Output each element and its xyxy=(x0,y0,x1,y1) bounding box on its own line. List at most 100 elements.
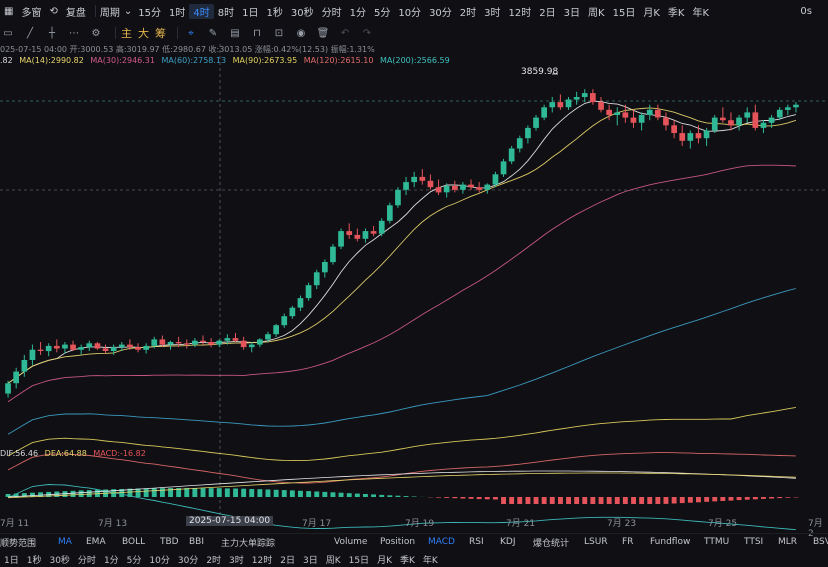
macd-bar xyxy=(582,497,588,504)
macd-bar xyxy=(647,497,653,504)
macd-bar xyxy=(622,497,628,504)
candle-body xyxy=(419,176,426,181)
bottom-period[interactable]: 3日 xyxy=(299,553,322,566)
bottom-period[interactable]: 月K xyxy=(373,553,396,566)
candle-body xyxy=(37,349,44,351)
indicator-range[interactable]: 顺势范围 xyxy=(0,536,36,549)
macd-dif-line xyxy=(8,470,796,498)
indicator-liquidation[interactable]: 爆仓统计 xyxy=(533,536,569,549)
macd-bar xyxy=(696,497,701,503)
macd-bar xyxy=(322,491,328,497)
bottom-period[interactable]: 10分 xyxy=(145,553,173,566)
macd-bar xyxy=(639,497,645,504)
bottom-period[interactable]: 2日 xyxy=(276,553,299,566)
indicator-position[interactable]: Position xyxy=(380,537,415,547)
candle-body xyxy=(484,184,491,190)
indicator-bsv[interactable]: BSV xyxy=(813,537,828,547)
indicator-lsur[interactable]: LSUR xyxy=(584,537,608,547)
candle-body xyxy=(338,231,344,247)
macd-bar xyxy=(273,489,279,497)
indicator-rsi[interactable]: RSI xyxy=(469,537,484,547)
candle-body xyxy=(167,342,174,345)
bottom-period[interactable]: 1日 xyxy=(0,553,23,566)
macd-bar xyxy=(363,494,368,497)
ma-line xyxy=(7,107,797,384)
macd-bar xyxy=(785,497,791,498)
bottom-period[interactable]: 3时 xyxy=(225,553,248,566)
macd-bar xyxy=(387,495,393,497)
macd-bar xyxy=(411,496,417,497)
bottom-period[interactable]: 5分 xyxy=(123,553,146,566)
candle-body xyxy=(143,345,149,350)
ma-line xyxy=(7,288,797,435)
candle-body xyxy=(671,125,677,133)
bottom-period[interactable]: 年K xyxy=(419,553,442,566)
candle-body xyxy=(313,272,320,286)
indicator-fr[interactable]: FR xyxy=(622,537,633,547)
indicator-fundflow[interactable]: Fundflow xyxy=(650,537,690,547)
macd-bar xyxy=(143,488,149,497)
indicator-boll[interactable]: BOLL xyxy=(122,537,145,547)
indicator-tbd[interactable]: TBD xyxy=(160,537,179,547)
bottom-period[interactable]: 分时 xyxy=(74,553,100,566)
macd-bar xyxy=(444,497,450,498)
candle-body xyxy=(151,339,158,346)
candle-body xyxy=(208,342,214,345)
bottom-period[interactable]: 1秒 xyxy=(23,553,46,566)
candle-body xyxy=(476,187,482,190)
x-label: 7月 21 xyxy=(506,519,536,529)
candle-body xyxy=(183,343,190,345)
macd-bar xyxy=(452,497,458,499)
bottom-period[interactable]: 30分 xyxy=(174,553,202,566)
bottom-period[interactable]: 12时 xyxy=(248,553,276,566)
indicator-ema[interactable]: EMA xyxy=(86,537,106,547)
candle-body xyxy=(695,133,702,139)
macd-bar xyxy=(78,490,84,497)
bottom-period-bar: 1日 1秒 30秒 分时 1分 5分 10分 30分 2时 3时 12时 2日 … xyxy=(0,551,828,567)
indicator-ttsi[interactable]: TTSI xyxy=(744,537,763,547)
indicator-macd[interactable]: MACD xyxy=(428,537,455,547)
indicator-kdj[interactable]: KDJ xyxy=(500,537,516,547)
candle-body xyxy=(768,117,775,123)
indicator-bbi[interactable]: BBI xyxy=(189,537,204,547)
candle-body xyxy=(224,338,231,341)
x-label: 7月 13 xyxy=(98,519,128,529)
candle-body xyxy=(78,347,84,350)
indicator-ttmu[interactable]: TTMU xyxy=(704,537,729,547)
macd-bar xyxy=(558,497,563,504)
candle-body xyxy=(370,231,377,234)
candle-body xyxy=(118,344,125,348)
candle-body xyxy=(273,325,279,335)
indicator-mlr[interactable]: MLR xyxy=(778,537,797,547)
candle-body xyxy=(378,220,385,234)
bottom-period[interactable]: 30秒 xyxy=(45,553,73,566)
bottom-period[interactable]: 1分 xyxy=(100,553,123,566)
macd-bar xyxy=(379,494,385,497)
indicator-ma[interactable]: MA xyxy=(58,537,72,547)
candle-body xyxy=(663,117,669,126)
macd-bar xyxy=(752,497,758,500)
candle-body xyxy=(305,285,312,299)
macd-bar xyxy=(70,490,76,497)
macd-bar xyxy=(614,497,620,504)
bottom-period[interactable]: 2时 xyxy=(202,553,225,566)
x-label: 7月 23 xyxy=(607,519,637,529)
macd-bar xyxy=(298,490,303,497)
macd-bar xyxy=(744,497,750,500)
bottom-period[interactable]: 15日 xyxy=(345,553,373,566)
macd-bar xyxy=(566,497,571,504)
price-chart[interactable] xyxy=(0,0,828,567)
x-label: 7月 25 xyxy=(708,519,738,529)
candle-body xyxy=(200,340,206,342)
macd-bar xyxy=(460,497,466,499)
macd-bar xyxy=(687,497,693,503)
candle-body xyxy=(703,130,710,139)
candle-body xyxy=(54,345,60,349)
indicator-volume[interactable]: Volume xyxy=(334,537,367,547)
bottom-period[interactable]: 季K xyxy=(396,553,419,566)
macd-bar xyxy=(371,494,376,497)
indicator-main-force[interactable]: 主力大单踪踪 xyxy=(221,536,275,549)
candle-body xyxy=(728,120,734,126)
bottom-period[interactable]: 周K xyxy=(322,553,345,566)
candle-body xyxy=(655,109,661,118)
